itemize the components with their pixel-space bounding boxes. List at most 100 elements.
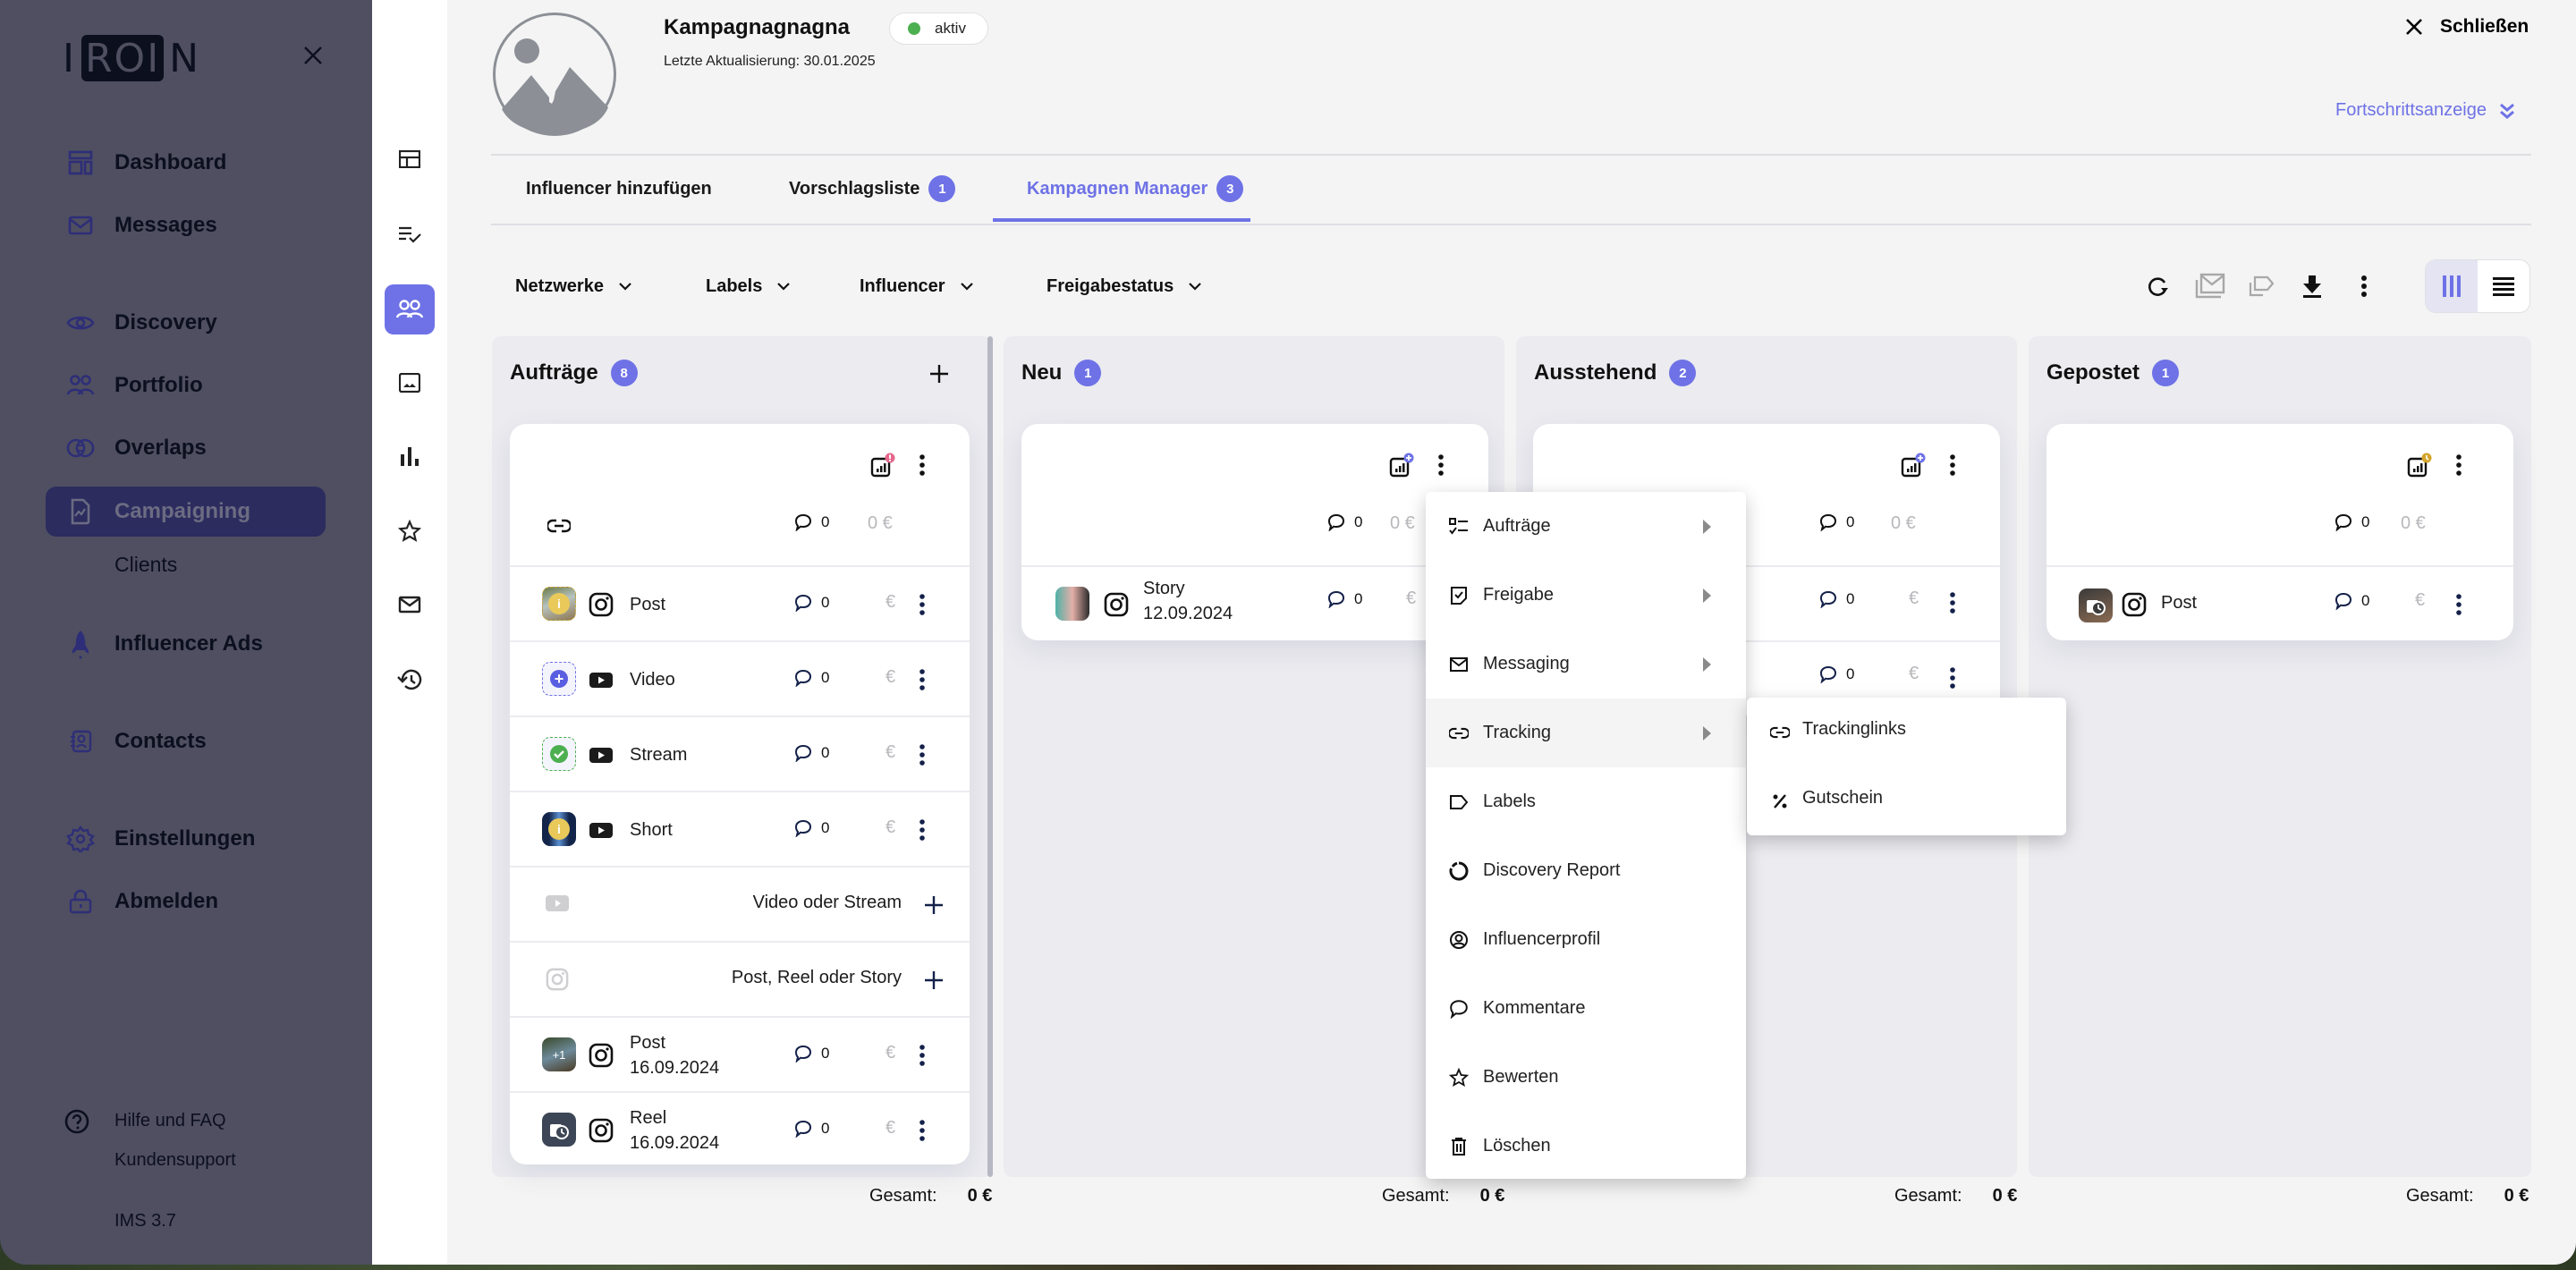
comment-count[interactable]: 0 — [1819, 590, 1854, 608]
add-post-button[interactable] — [921, 968, 946, 993]
add-video-button[interactable] — [921, 893, 946, 918]
comment-count[interactable]: 0 — [794, 669, 829, 687]
nav-messages[interactable]: Messages — [66, 202, 217, 249]
progress-toggle[interactable]: Fortschrittsanzeige — [2335, 100, 2515, 121]
nav-clients[interactable]: Clients — [114, 553, 177, 577]
card-menu-button[interactable] — [909, 447, 936, 483]
download-button[interactable] — [2296, 270, 2328, 302]
comment-count[interactable]: 0 — [1327, 513, 1362, 531]
card-menu-button[interactable] — [2445, 447, 2472, 483]
rail-overview[interactable] — [385, 134, 435, 184]
order-row[interactable]: + Video 0 € — [510, 640, 970, 715]
comment-count[interactable]: 0 — [794, 1120, 829, 1138]
add-order-button[interactable] — [923, 358, 955, 390]
nav-einstellungen[interactable]: Einstellungen — [66, 816, 255, 862]
menu-item-auftraege[interactable]: Aufträge — [1426, 492, 1746, 561]
comment-count[interactable]: 0 — [794, 819, 829, 837]
comment-count[interactable]: 0 — [794, 513, 829, 531]
price-value: € — [2415, 590, 2426, 610]
menu-item-kommentare[interactable]: Kommentare — [1426, 974, 1746, 1043]
filter-netzwerke[interactable]: Netzwerke — [515, 272, 632, 301]
comment-count[interactable]: 0 — [1819, 513, 1854, 531]
menu-item-influencerprofil[interactable]: Influencerprofil — [1426, 905, 1746, 974]
rail-ratings[interactable] — [385, 506, 435, 556]
bulk-mail-button[interactable] — [2194, 270, 2226, 302]
bulk-label-button[interactable] — [2245, 270, 2277, 302]
help-faq-link[interactable]: Hilfe und FAQ — [114, 1111, 226, 1131]
campaign-nav-rail — [372, 0, 447, 1265]
menu-item-tracking[interactable]: Tracking — [1426, 698, 1746, 767]
comment-count[interactable]: 0 — [794, 594, 829, 612]
row-menu-button[interactable] — [1939, 585, 1966, 621]
add-order-row[interactable]: Video oder Stream — [510, 866, 970, 941]
rail-tasks[interactable] — [385, 209, 435, 259]
menu-item-messaging[interactable]: Messaging — [1426, 630, 1746, 698]
column-scrollbar[interactable] — [987, 336, 993, 1177]
nav-discovery[interactable]: Discovery — [66, 300, 217, 346]
order-row[interactable]: Story 12.09.2024 0 € — [1021, 565, 1488, 640]
card-menu-button[interactable] — [1428, 447, 1454, 483]
menu-item-trackinglinks[interactable]: Trackinglinks — [1747, 698, 2066, 766]
comment-count[interactable]: 0 — [2334, 592, 2369, 610]
row-menu-button[interactable] — [909, 1113, 936, 1148]
nav-influencer-ads[interactable]: Influencer Ads — [66, 621, 263, 667]
nav-campaigning[interactable]: Campaigning — [66, 488, 250, 535]
status-badge[interactable]: aktiv — [889, 13, 988, 45]
comment-count[interactable]: 0 — [794, 744, 829, 762]
menu-item-gutschein[interactable]: Gutschein — [1747, 766, 2066, 835]
order-row[interactable]: Reel 16.09.2024 0 € — [510, 1091, 970, 1164]
order-row[interactable]: +1 Post 16.09.2024 0 € — [510, 1016, 970, 1091]
order-row[interactable]: Post 0 € — [2046, 565, 2513, 640]
order-row[interactable]: i Post 0 € — [510, 565, 970, 640]
nav-contacts[interactable]: Contacts — [66, 718, 207, 765]
nav-label: Portfolio — [114, 373, 203, 397]
filter-influencer[interactable]: Influencer — [860, 272, 974, 301]
row-menu-button[interactable] — [909, 812, 936, 848]
menu-item-freigabe[interactable]: Freigabe — [1426, 561, 1746, 630]
rail-influencers[interactable] — [385, 284, 435, 334]
refresh-button[interactable] — [2141, 270, 2174, 302]
more-options-button[interactable] — [2348, 270, 2380, 302]
nav-dashboard[interactable]: Dashboard — [66, 140, 226, 186]
close-sidebar-icon[interactable] — [301, 43, 326, 68]
menu-item-discovery-report[interactable]: Discovery Report — [1426, 836, 1746, 905]
comment-count[interactable]: 0 — [2334, 513, 2369, 531]
stats-add-icon[interactable] — [1900, 453, 1927, 479]
row-menu-button[interactable] — [2445, 587, 2472, 622]
order-row[interactable]: Stream 0 € — [510, 715, 970, 791]
comment-count[interactable]: 0 — [1819, 665, 1854, 683]
menu-item-labels[interactable]: Labels — [1426, 767, 1746, 836]
nav-abmelden[interactable]: Abmelden — [66, 878, 218, 925]
rail-analytics[interactable] — [385, 431, 435, 481]
filter-labels[interactable]: Labels — [706, 272, 791, 301]
order-row[interactable]: i Short 0 € — [510, 791, 970, 866]
list-view-button[interactable] — [2478, 260, 2529, 312]
stats-alert-icon[interactable] — [869, 453, 896, 479]
tab-influencer-hinzufuegen[interactable]: Influencer hinzufügen — [526, 175, 712, 202]
add-order-row[interactable]: Post, Reel oder Story — [510, 941, 970, 1016]
card-menu-button[interactable] — [1939, 447, 1966, 483]
menu-item-loeschen[interactable]: Löschen — [1426, 1112, 1746, 1181]
stats-pending-icon[interactable] — [2406, 453, 2433, 479]
row-menu-button[interactable] — [909, 587, 936, 622]
row-menu-button[interactable] — [1939, 660, 1966, 696]
tab-kampagnen-manager[interactable]: Kampagnen Manager 3 — [1027, 175, 1244, 202]
close-button[interactable]: Schließen — [2404, 16, 2529, 38]
rail-content[interactable] — [385, 358, 435, 408]
tab-vorschlagsliste[interactable]: Vorschlagsliste 1 — [789, 175, 956, 202]
kanban-view-button[interactable] — [2426, 260, 2478, 312]
stats-add-icon[interactable] — [1388, 453, 1415, 479]
rail-history[interactable] — [385, 655, 435, 705]
link-icon[interactable] — [547, 519, 571, 533]
comment-count[interactable]: 0 — [1327, 590, 1362, 608]
filter-freigabestatus[interactable]: Freigabestatus — [1046, 272, 1202, 301]
nav-portfolio[interactable]: Portfolio — [66, 362, 203, 409]
nav-overlaps[interactable]: Overlaps — [66, 425, 207, 471]
row-menu-button[interactable] — [909, 737, 936, 773]
row-menu-button[interactable] — [909, 662, 936, 698]
rail-messages[interactable] — [385, 580, 435, 630]
menu-item-bewerten[interactable]: Bewerten — [1426, 1043, 1746, 1112]
support-link[interactable]: Kundensupport — [114, 1150, 236, 1171]
row-menu-button[interactable] — [909, 1037, 936, 1073]
comment-count[interactable]: 0 — [794, 1045, 829, 1063]
